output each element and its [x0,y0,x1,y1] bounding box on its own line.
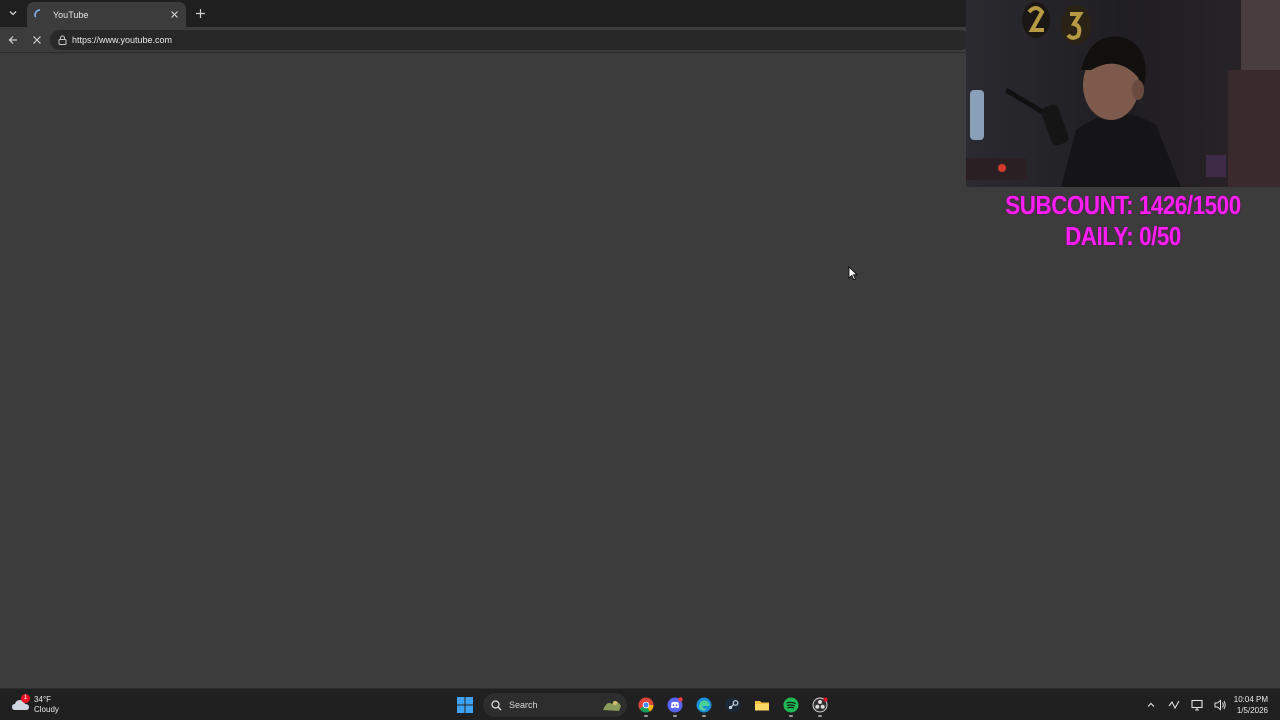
search-highlight-icon [603,701,621,711]
taskbar-obs[interactable] [807,692,833,718]
tab-youtube[interactable]: YouTube [27,2,186,27]
taskbar-discord[interactable] [662,692,688,718]
system-tray: 10:04 PM 1/5/2026 [1143,689,1280,720]
taskbar: 1 34°F Cloudy Search 10:04 PM 1/5/2026 [0,688,1280,720]
screen: YouTube https://www.youtube.com SUBCOUNT… [0,0,1280,720]
start-button[interactable] [452,692,478,718]
address-bar[interactable] [50,30,970,50]
subcount-text: SUBCOUNT: 1426/1500 [1005,190,1241,220]
close-icon [33,36,41,44]
close-icon [170,11,178,18]
daily-count-text: DAILY: 0/50 [1065,221,1181,251]
back-button[interactable] [4,31,22,49]
mouse-cursor-icon [848,266,858,281]
tray-app-button[interactable] [1165,694,1183,716]
webcam-feed [966,0,1280,187]
new-tab-button[interactable] [191,4,209,22]
chrome-icon [638,697,654,713]
url-input[interactable] [72,35,932,45]
tab-search-button[interactable] [4,4,22,22]
search-icon [489,698,503,712]
plus-icon [195,8,205,18]
tab-title: YouTube [53,9,89,20]
loading-spinner-icon [34,8,41,17]
running-indicator [788,715,793,717]
steam-icon [725,697,740,713]
edge-icon [696,697,711,713]
clock-time: 10:04 PM [1233,695,1268,704]
taskbar-steam[interactable] [720,692,746,718]
cloud-icon: 1 [10,694,32,716]
search-label: Search [509,700,538,710]
network-activity-icon [1168,700,1180,710]
running-indicator [672,715,677,717]
windows-start-icon [456,697,473,713]
speaker-icon [1214,699,1226,711]
monitor-network-icon [1191,699,1203,711]
chevron-down-icon [9,11,17,16]
file-explorer-icon [754,701,769,711]
obs-icon [812,697,827,713]
taskbar-chrome[interactable] [633,692,659,718]
subcount-overlay: SUBCOUNT: 1426/1500 DAILY: 0/50 [988,190,1258,252]
taskbar-apps: Search [450,689,834,720]
stop-loading-button[interactable] [28,31,46,49]
lock-icon[interactable] [55,33,69,47]
volume-button[interactable] [1211,694,1229,716]
taskbar-search[interactable]: Search [483,693,627,717]
tab-close-button[interactable] [166,7,182,23]
weather-widget[interactable]: 1 34°F Cloudy [10,692,59,718]
spotify-icon [783,697,798,713]
running-indicator [701,715,706,717]
taskbar-spotify[interactable] [778,692,804,718]
show-hidden-icons-button[interactable] [1142,694,1160,716]
discord-icon [667,697,683,713]
weather-alert-badge: 1 [21,694,30,703]
running-indicator [817,715,822,717]
network-button[interactable] [1188,694,1206,716]
taskbar-clock[interactable]: 10:04 PM 1/5/2026 [1234,694,1268,716]
taskbar-edge[interactable] [691,692,717,718]
weather-temperature: 34°F [34,695,51,704]
arrow-left-icon [8,36,17,44]
chevron-up-icon [1147,702,1155,707]
clock-date: 1/5/2026 [1236,706,1268,715]
taskbar-file-explorer[interactable] [749,692,775,718]
running-indicator [643,715,648,717]
weather-condition: Cloudy [34,705,59,714]
